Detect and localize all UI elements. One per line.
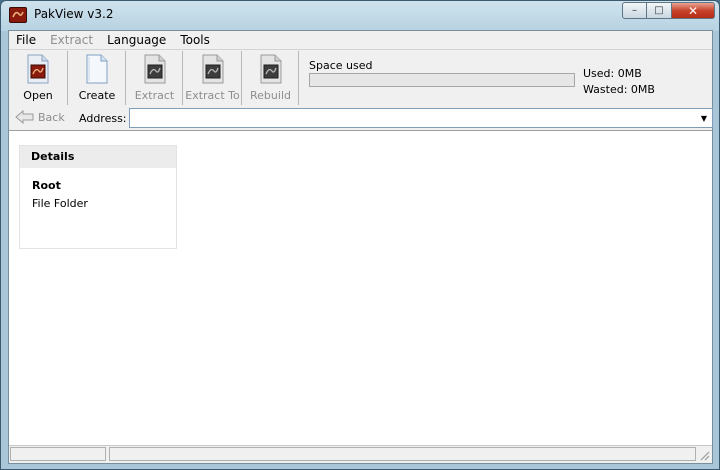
menu-bar: File Extract Language Tools (9, 31, 712, 49)
status-pane-left (10, 447, 106, 461)
close-button[interactable]: ✕ (672, 2, 715, 19)
menu-language[interactable]: Language (100, 31, 173, 49)
back-label: Back (38, 110, 65, 124)
rebuild-icon (260, 54, 281, 84)
extract-to-button[interactable]: Extract To (184, 51, 242, 105)
title-bar[interactable]: PakView v3.2 – □ ✕ (1, 1, 719, 30)
used-size-text: Used: 0MB (583, 67, 642, 80)
open-file-icon (27, 54, 49, 84)
resize-grip-icon[interactable] (698, 449, 710, 461)
address-dropdown-button[interactable]: ▼ (697, 109, 711, 127)
menu-file[interactable]: File (9, 31, 43, 49)
extract-button[interactable]: Extract (127, 51, 183, 105)
client-area: File Extract Language Tools Open Create … (8, 30, 713, 464)
rebuild-label: Rebuild (250, 89, 291, 102)
extract-to-icon (202, 54, 223, 84)
menu-extract[interactable]: Extract (43, 31, 100, 49)
create-button[interactable]: Create (69, 51, 126, 105)
space-used-label: Space used (309, 59, 373, 72)
address-label: Address: (79, 112, 127, 125)
space-used-progress (309, 73, 575, 87)
file-list-view[interactable]: Details Root File Folder (9, 131, 712, 446)
minimize-button[interactable]: – (622, 2, 647, 19)
space-used-panel: Space used Used: 0MB Wasted: 0MB (309, 51, 712, 105)
extract-to-label: Extract To (185, 89, 240, 102)
new-file-icon (86, 54, 108, 84)
status-pane-right (109, 447, 696, 461)
toolbar: Open Create Extract Extract To Rebuild S… (9, 49, 712, 107)
status-bar (9, 445, 712, 463)
chevron-down-icon: ▼ (700, 113, 708, 123)
extract-icon (144, 54, 165, 84)
open-label: Open (23, 89, 53, 102)
application-window: PakView v3.2 – □ ✕ File Extract Language… (0, 0, 720, 470)
pakview-app-icon[interactable] (9, 7, 27, 23)
address-bar: Back Address: ▼ (9, 106, 713, 131)
maximize-button[interactable]: □ (647, 2, 672, 19)
window-title: PakView v3.2 (34, 7, 114, 21)
rebuild-button[interactable]: Rebuild (243, 51, 299, 105)
back-arrow-icon (15, 110, 34, 124)
window-controls: – □ ✕ (622, 2, 715, 22)
address-input[interactable] (129, 108, 713, 128)
back-button[interactable]: Back (15, 110, 65, 124)
details-panel: Details Root File Folder (19, 145, 177, 249)
menu-tools[interactable]: Tools (173, 31, 217, 49)
details-item-name: Root (32, 179, 61, 192)
create-label: Create (78, 89, 116, 102)
open-button[interactable]: Open (9, 51, 68, 105)
details-item-type: File Folder (32, 197, 88, 210)
wasted-size-text: Wasted: 0MB (583, 83, 655, 96)
extract-label: Extract (134, 89, 175, 102)
details-header: Details (20, 146, 176, 168)
